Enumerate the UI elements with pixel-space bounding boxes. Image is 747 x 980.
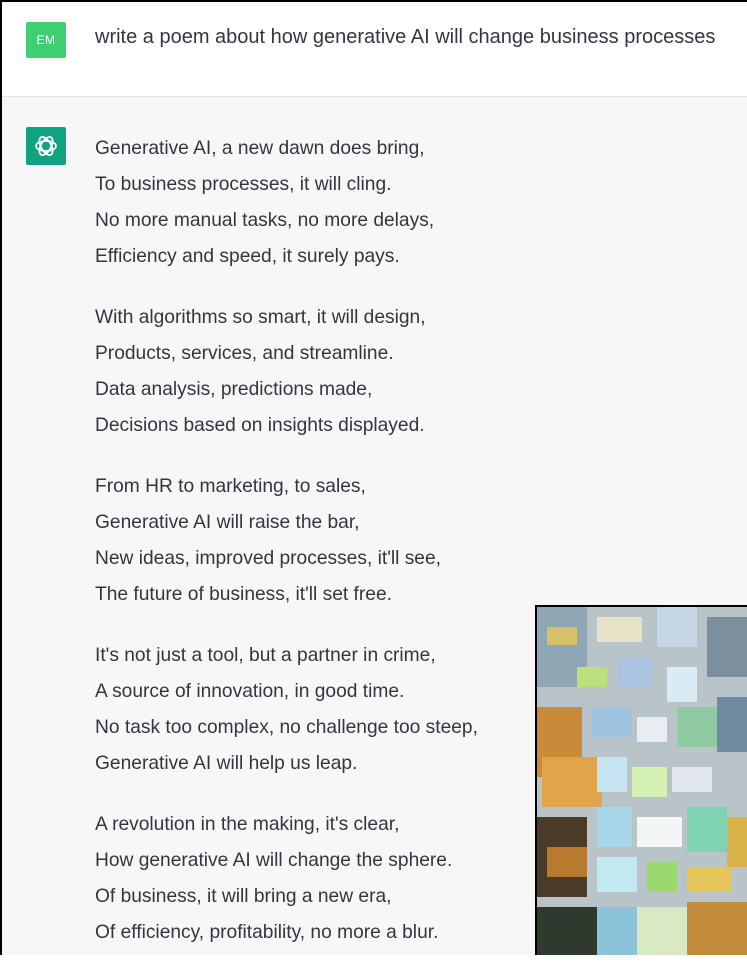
user-avatar: EM [26, 22, 66, 58]
abstract-painting-image [535, 605, 747, 955]
poem-line: Efficiency and speed, it surely pays. [95, 246, 400, 267]
poem-line: Generative AI, a new dawn does bring, [95, 138, 425, 159]
user-prompt-text: write a poem about how generative AI wil… [95, 26, 716, 48]
poem-line: Products, services, and streamline. [95, 343, 394, 364]
poem-line: Decisions based on insights displayed. [95, 415, 425, 436]
poem-line: Generative AI will raise the bar, [95, 512, 360, 533]
poem-stanza: Generative AI, a new dawn does bring, To … [95, 135, 655, 279]
poem-stanza: From HR to marketing, to sales, Generativ… [95, 473, 655, 617]
poem-line: Data analysis, predictions made, [95, 379, 373, 400]
poem-line: With algorithms so smart, it will design… [95, 307, 426, 328]
poem-line: No more manual tasks, no more delays, [95, 210, 435, 231]
poem-line: To business processes, it will cling. [95, 174, 392, 195]
openai-logo-icon [26, 127, 66, 165]
poem-line: New ideas, improved processes, it'll see… [95, 548, 441, 569]
poem-stanza: With algorithms so smart, it will design… [95, 304, 655, 448]
poem-line: From HR to marketing, to sales, [95, 476, 366, 497]
user-message: EM write a poem about how generative AI … [2, 2, 747, 97]
